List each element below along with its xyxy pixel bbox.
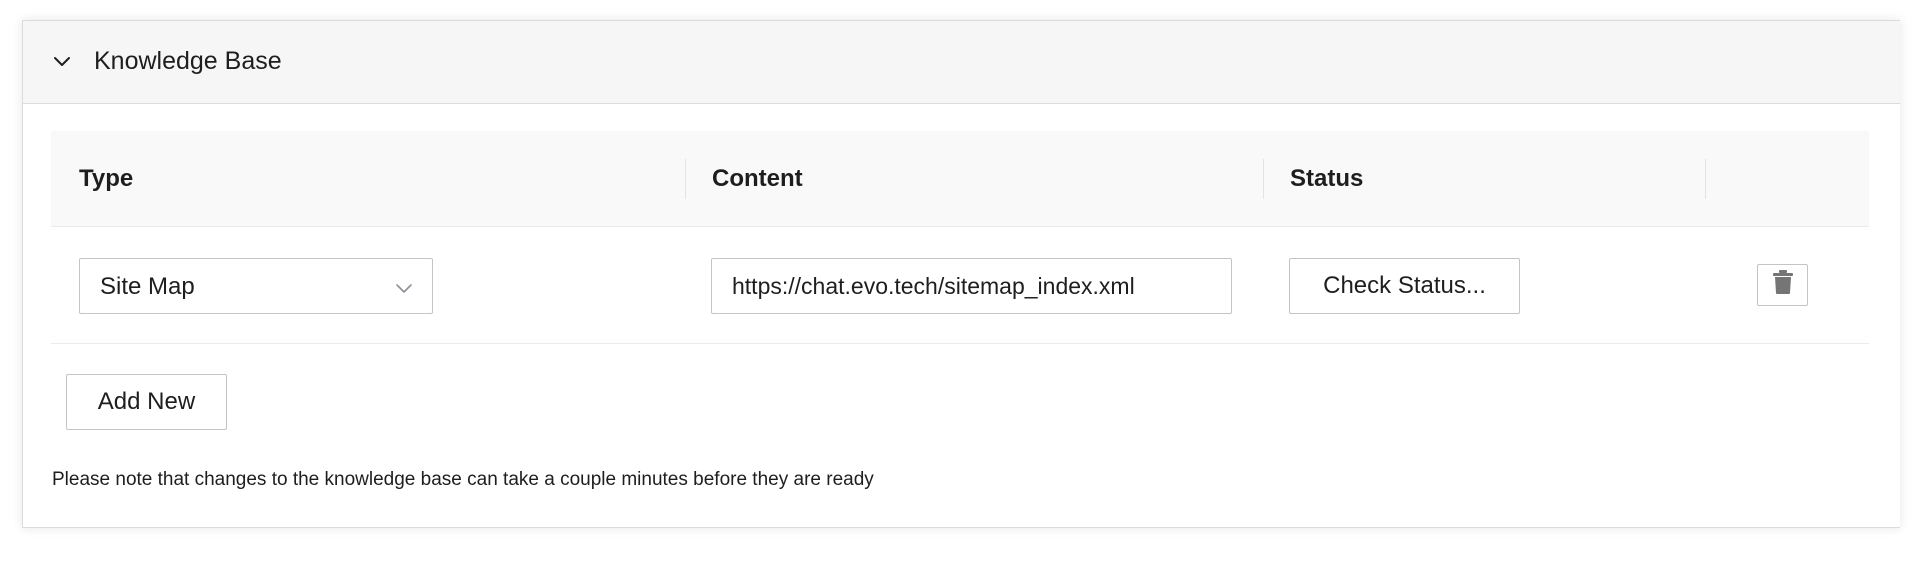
column-divider	[685, 159, 686, 199]
table-row: Site Map Check Status...	[51, 228, 1869, 344]
chevron-down-icon[interactable]	[51, 51, 73, 73]
type-select[interactable]: Site Map	[79, 258, 433, 314]
trash-icon	[1772, 269, 1794, 302]
add-new-button[interactable]: Add New	[66, 374, 227, 430]
panel-header[interactable]: Knowledge Base	[23, 21, 1900, 104]
table-header-row: Type Content Status	[51, 131, 1869, 227]
column-divider	[1705, 159, 1706, 199]
column-divider	[1263, 159, 1264, 199]
column-header-status: Status	[1290, 165, 1364, 192]
column-header-content: Content	[712, 165, 803, 192]
help-note: Please note that changes to the knowledg…	[52, 469, 874, 490]
column-header-type: Type	[79, 165, 134, 192]
panel-title: Knowledge Base	[94, 47, 282, 75]
content-url-input[interactable]	[711, 258, 1232, 314]
chevron-down-icon	[394, 278, 414, 298]
check-status-button[interactable]: Check Status...	[1289, 258, 1520, 314]
knowledge-base-panel: Knowledge Base Type Content Status Site …	[22, 20, 1900, 528]
delete-row-button[interactable]	[1757, 264, 1808, 306]
type-select-value: Site Map	[100, 273, 195, 300]
